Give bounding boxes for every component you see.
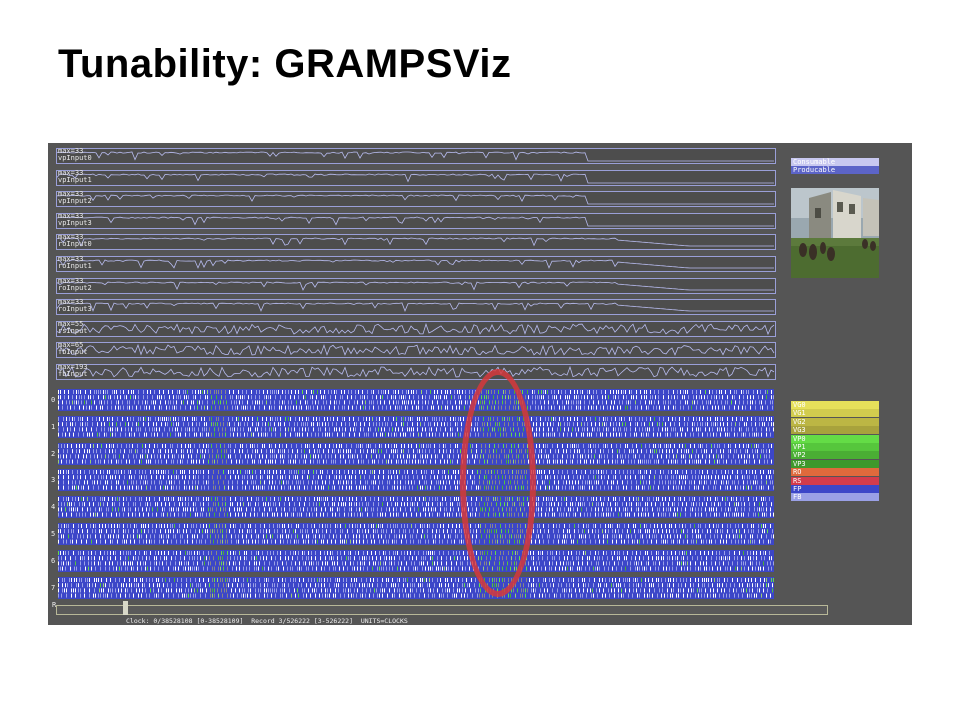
queue-legend-item: Consumable — [791, 158, 879, 166]
core-timeline-row[interactable] — [58, 415, 774, 438]
queue-trace: max=33 vpInput3 — [56, 212, 776, 229]
stage-legend-item: VP0 — [791, 434, 879, 443]
status-bar: Clock: 0/38528108 [0-38528109] Record 3/… — [126, 617, 408, 625]
slide-title: Tunability: GRAMPSViz — [58, 42, 512, 86]
trace-name: fbInput — [58, 370, 88, 378]
record-readout: Record 3/526222 [3-526222] — [251, 617, 353, 625]
stage-legend-item: FB — [791, 493, 879, 502]
trace-name: rsInput — [58, 326, 88, 335]
queue-trace: max=33 roInput0 — [56, 234, 776, 251]
stage-legend-item: VP2 — [791, 451, 879, 460]
queue-legend-item: Producable — [791, 166, 879, 175]
trace-label: max=33 vpInput0 — [58, 148, 92, 162]
trace-name: vpInput1 — [58, 175, 92, 184]
trace-label: max=33 vpInput3 — [58, 212, 92, 227]
queue-trace: max=33 vpInput1 — [56, 169, 776, 186]
stage-legend-item: VG1 — [791, 409, 879, 418]
trace-label: max=33 roInput0 — [58, 234, 92, 248]
stage-legend-item: RO — [791, 468, 879, 477]
queue-trace: max=55 rsInput — [56, 320, 776, 337]
trace-label: max=33 vpInput2 — [58, 191, 92, 205]
trace-name: roInput3 — [58, 305, 92, 314]
timeline-scroll-thumb[interactable] — [123, 601, 128, 615]
stage-legend-item: RS — [791, 476, 879, 485]
queue-trace: max=65 fbInput — [56, 342, 776, 359]
stage-legend-item: VG3 — [791, 426, 879, 435]
stage-legend-item: VG2 — [791, 417, 879, 426]
core-number: 0 — [51, 396, 56, 404]
queue-trace: max=193 fbInput — [56, 364, 776, 380]
units-readout: UNITS=CLOCKS — [360, 617, 408, 625]
stage-legend-item: FP — [791, 485, 879, 493]
stage-legend-item: VG0 — [791, 401, 879, 409]
core-number: 5 — [51, 530, 56, 538]
core-number: 2 — [51, 449, 56, 458]
queue-trace: max=33 roInput1 — [56, 256, 776, 272]
core-timeline-row[interactable] — [58, 549, 774, 572]
core-timeline-row[interactable] — [58, 523, 774, 545]
clock-readout: Clock: 0/38528108 [0-38528109] — [126, 617, 244, 625]
game-screenshot-thumbnail — [791, 188, 879, 278]
trace-label: max=33 roInput3 — [58, 299, 92, 313]
core-number: 4 — [51, 503, 56, 512]
core-timeline-row[interactable] — [58, 389, 774, 411]
grampsviz-window: max=33 vpInput0 max=33 vpInput1 max=33 vpInpu… — [48, 143, 912, 625]
trace-name: roInput2 — [58, 283, 92, 292]
trace-label: max=33 vpInput1 — [58, 169, 92, 184]
trace-label: max=33 roInput1 — [58, 256, 92, 270]
trace-name: roInput1 — [58, 262, 92, 270]
trace-name: vpInput3 — [58, 218, 92, 227]
queue-trace: max=33 roInput2 — [56, 277, 776, 294]
trace-name: fbInput — [58, 348, 88, 357]
highlight-ellipse — [460, 369, 536, 597]
core-number: 6 — [51, 556, 56, 565]
trace-name: roInput0 — [58, 240, 92, 249]
queue-trace: max=33 vpInput0 — [56, 148, 776, 164]
stage-legend-item: VP1 — [791, 443, 879, 451]
core-timeline-row[interactable] — [58, 496, 774, 519]
core-number: 7 — [51, 583, 56, 592]
core-timeline-row[interactable] — [58, 442, 774, 465]
trace-label: max=65 fbInput — [58, 342, 88, 356]
trace-label: max=55 rsInput — [58, 320, 88, 335]
trace-label: max=33 roInput2 — [58, 277, 92, 292]
trace-label: max=193 fbInput — [58, 364, 88, 378]
trace-name: vpInput2 — [58, 197, 92, 206]
timeline-scrollbar[interactable] — [56, 605, 828, 615]
queue-trace: max=33 vpInput2 — [56, 191, 776, 208]
core-number: 1 — [51, 422, 56, 431]
queue-trace: max=33 roInput3 — [56, 299, 776, 316]
trace-name: vpInput0 — [58, 154, 92, 162]
core-timeline-row[interactable] — [58, 576, 774, 599]
stage-legend-item: VP3 — [791, 459, 879, 468]
core-number: 3 — [51, 476, 56, 485]
core-timeline-row[interactable] — [58, 469, 774, 492]
